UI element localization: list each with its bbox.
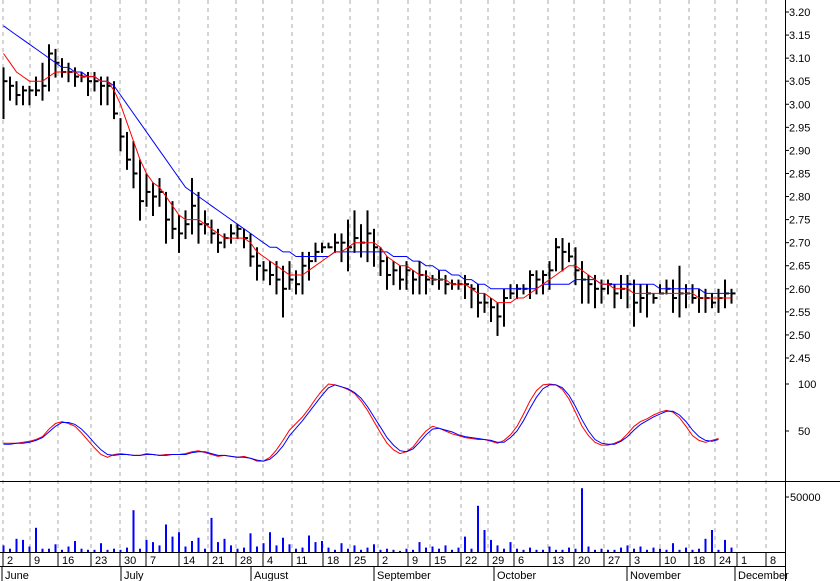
price-tick-label: 2.50 (789, 330, 810, 342)
day-label: 6 (518, 555, 524, 567)
day-label: 20 (578, 555, 590, 567)
grid (2, 0, 767, 552)
day-label: 15 (434, 555, 446, 567)
day-label: 29 (492, 555, 504, 567)
day-label: 9 (34, 555, 40, 567)
price-tick-label: 3.10 (789, 53, 810, 65)
month-label: October (497, 570, 536, 581)
price-tick-label: 2.95 (789, 122, 810, 134)
day-label: 4 (267, 555, 273, 567)
month-label: November (630, 570, 681, 581)
price-tick-label: 2.90 (789, 145, 810, 157)
day-label: 23 (95, 555, 107, 567)
day-label: 8 (770, 555, 776, 567)
day-label: 27 (608, 555, 620, 567)
day-label: 28 (240, 555, 252, 567)
day-label: 1 (741, 555, 747, 567)
month-label: August (254, 570, 288, 581)
day-label: 13 (552, 555, 564, 567)
moving-average-fast (3, 53, 732, 304)
price-tick-label: 3.15 (789, 30, 810, 42)
day-label: 2 (7, 555, 13, 567)
price-tick-label: 2.55 (789, 307, 810, 319)
price-tick-label: 3.20 (789, 7, 810, 19)
stochastic-line-0 (3, 383, 719, 462)
stochastic-line-1 (3, 384, 719, 462)
day-label: 30 (124, 555, 136, 567)
day-label: 18 (693, 555, 705, 567)
volume-panel (2, 488, 733, 552)
price-tick-label: 3.05 (789, 76, 810, 88)
day-label: 24 (719, 555, 731, 567)
stock-chart: 3.20 3.15 3.10 3.05 3.00 2.95 2.90 2.85 2.80 2.75… (0, 0, 840, 581)
price-panel (2, 25, 736, 336)
price-tick-label: 2.60 (789, 284, 810, 296)
price-tick-label: 2.65 (789, 261, 810, 273)
price-tick-label: 2.70 (789, 238, 810, 250)
day-label: 2 (382, 555, 388, 567)
day-label: 11 (296, 555, 307, 567)
day-label: 25 (354, 555, 366, 567)
day-label: 18 (327, 555, 339, 567)
osc-tick-label: 100 (798, 379, 816, 391)
price-tick-label: 2.75 (789, 215, 810, 227)
month-label: September (377, 570, 431, 581)
day-label: 22 (465, 555, 477, 567)
price-tick-label: 2.45 (789, 353, 810, 365)
month-label: July (124, 570, 144, 581)
day-label: 16 (62, 555, 74, 567)
price-tick-label: 2.80 (789, 192, 810, 204)
stochastic-panel (3, 383, 719, 462)
day-label: 3 (634, 555, 640, 567)
price-tick-label: 2.85 (789, 168, 810, 180)
price-tick-label: 3.00 (789, 99, 810, 111)
day-label: 9 (412, 555, 418, 567)
day-label: 10 (664, 555, 676, 567)
day-label: 14 (183, 555, 195, 567)
month-label: December (738, 570, 789, 581)
day-label: 21 (212, 555, 224, 567)
day-label: 7 (150, 555, 156, 567)
osc-tick-label: 50 (798, 426, 810, 438)
month-label: June (5, 570, 29, 581)
vol-tick-label: 50000 (790, 492, 821, 504)
